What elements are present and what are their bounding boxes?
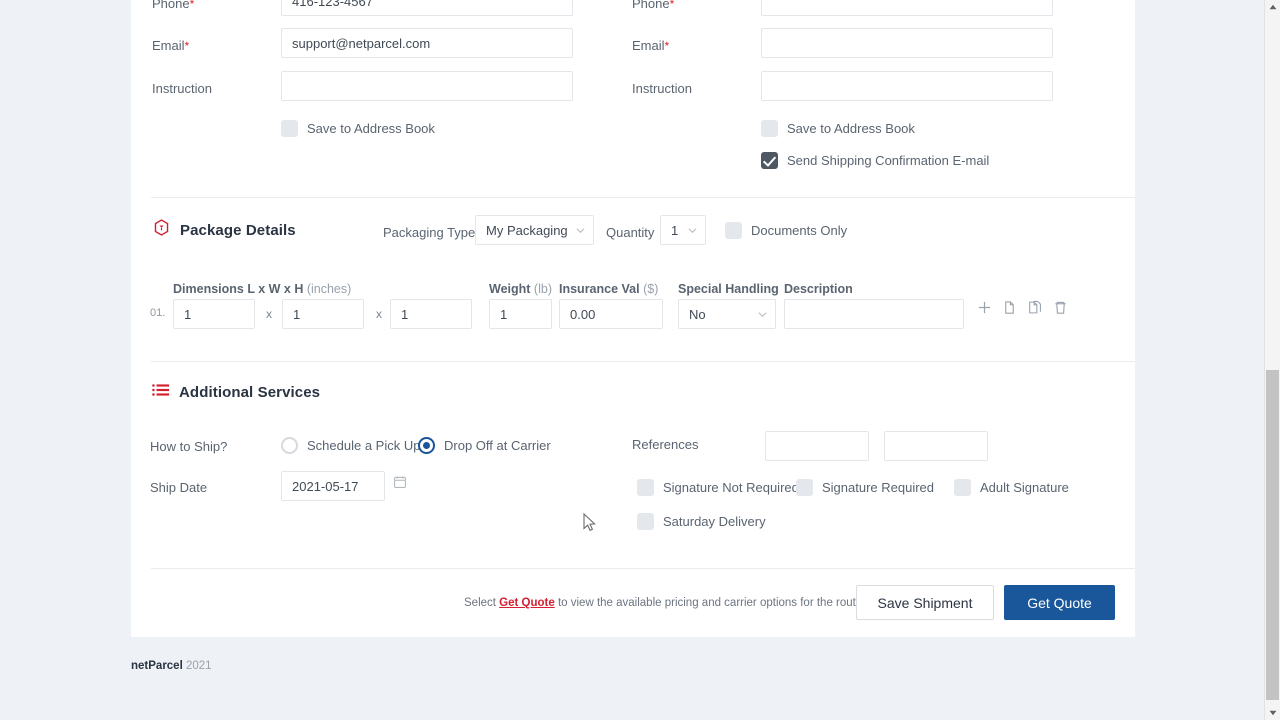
column-header-description: Description — [784, 282, 853, 296]
checkbox-saturday-delivery[interactable]: Saturday Delivery — [637, 513, 766, 530]
app-page: Phone* 416-123-4567 Email* support@netpa… — [0, 0, 1264, 720]
section-divider — [151, 568, 1135, 569]
brand-name: netParcel — [131, 660, 183, 672]
reference-input-2[interactable] — [884, 431, 988, 461]
checkbox-signature-not-required[interactable]: Signature Not Required — [637, 479, 799, 496]
checkbox-box — [954, 479, 971, 496]
checkbox-box — [796, 479, 813, 496]
checkbox-adult-signature[interactable]: Adult Signature — [954, 479, 1069, 496]
package-weight-input[interactable]: 1 — [489, 299, 552, 329]
scroll-down-arrow-icon[interactable] — [1265, 706, 1280, 720]
ship-date-input[interactable]: 2021-05-17 — [281, 471, 385, 501]
how-to-ship-label: How to Ship? — [150, 439, 228, 454]
page-footer: netParcel 2021 — [131, 660, 212, 672]
ship-date-label: Ship Date — [150, 480, 208, 495]
vertical-scrollbar[interactable] — [1264, 0, 1280, 720]
get-quote-link[interactable]: Get Quote — [499, 597, 555, 609]
radio-circle — [281, 437, 298, 454]
dimension-separator-2: x — [376, 307, 382, 321]
checkbox-box — [637, 513, 654, 530]
checkbox-signature-required[interactable]: Signature Required — [796, 479, 934, 496]
scroll-up-arrow-icon[interactable] — [1265, 0, 1280, 14]
recipient-email-label: Email* — [632, 38, 670, 53]
reference-input-1[interactable] — [765, 431, 869, 461]
shipper-instruction-label: Instruction — [152, 81, 212, 96]
package-special-handling-select[interactable]: No — [678, 299, 776, 329]
recipient-instruction-input[interactable] — [761, 71, 1053, 101]
recipient-phone-input[interactable] — [761, 0, 1053, 16]
calendar-icon[interactable] — [393, 475, 407, 494]
chevron-down-icon — [576, 226, 585, 235]
package-width-input[interactable]: 1 — [282, 299, 364, 329]
quote-hint-text: Select Get Quote to view the available p… — [464, 597, 909, 609]
radio-drop-off-carrier[interactable]: Drop Off at Carrier — [418, 437, 551, 454]
checkbox-box — [637, 479, 654, 496]
delete-row-icon[interactable] — [1053, 300, 1068, 320]
scrollbar-thumb[interactable] — [1266, 370, 1279, 700]
checkbox-box — [281, 120, 298, 137]
get-quote-button[interactable]: Get Quote — [1004, 585, 1115, 620]
shipment-form-card: Phone* 416-123-4567 Email* support@netpa… — [131, 0, 1135, 637]
recipient-phone-label: Phone* — [632, 0, 675, 11]
add-row-icon[interactable] — [977, 300, 992, 320]
quantity-label: Quantity — [606, 225, 655, 240]
chevron-down-icon — [758, 310, 767, 319]
shipper-email-label: Email* — [152, 38, 190, 53]
package-height-input[interactable]: 1 — [390, 299, 472, 329]
additional-services-header: Additional Services — [152, 382, 320, 403]
chevron-down-icon — [688, 226, 697, 235]
radio-schedule-pickup[interactable]: Schedule a Pick Up — [281, 437, 420, 454]
shipper-save-address-checkbox[interactable]: Save to Address Book — [281, 120, 435, 137]
duplicate-rows-icon[interactable] — [1027, 300, 1044, 320]
dimension-separator-1: x — [266, 307, 272, 321]
section-divider — [151, 361, 1135, 362]
save-shipment-button[interactable]: Save Shipment — [856, 585, 994, 620]
packaging-type-select[interactable]: My Packaging — [475, 215, 594, 245]
package-row-index: 01. — [150, 307, 166, 319]
shipper-email-input[interactable]: support@netparcel.com — [281, 28, 573, 58]
package-description-input[interactable] — [784, 299, 964, 329]
list-icon — [152, 382, 170, 403]
recipient-instruction-label: Instruction — [632, 81, 692, 96]
section-divider — [151, 197, 1135, 198]
checkbox-box — [761, 120, 778, 137]
checkbox-box — [725, 222, 742, 239]
package-length-input[interactable]: 1 — [173, 299, 255, 329]
copyright-year: 2021 — [185, 660, 212, 672]
send-shipping-confirmation-checkbox[interactable]: Send Shipping Confirmation E-mail — [761, 152, 989, 169]
package-insurance-input[interactable]: 0.00 — [559, 299, 663, 329]
additional-services-title: Additional Services — [179, 384, 321, 401]
shipper-phone-input[interactable]: 416-123-4567 — [281, 0, 573, 16]
packaging-type-label: Packaging Type — [383, 225, 476, 240]
package-octagon-icon — [152, 218, 171, 242]
column-header-insurance: Insurance Val ($) — [559, 282, 659, 296]
radio-circle-selected — [418, 437, 435, 454]
references-label: References — [632, 437, 699, 452]
quantity-select[interactable]: 1 — [660, 215, 706, 245]
column-header-special-handling: Special Handling — [678, 282, 779, 296]
shipper-phone-label: Phone* — [152, 0, 195, 11]
copy-row-icon[interactable] — [1002, 300, 1017, 320]
column-header-weight: Weight (lb) — [489, 282, 552, 296]
recipient-save-address-checkbox[interactable]: Save to Address Book — [761, 120, 915, 137]
column-header-dimensions: Dimensions L x W x H (inches) — [173, 282, 352, 296]
checkbox-box-checked — [761, 152, 778, 169]
package-details-header: Package Details — [152, 218, 296, 242]
recipient-email-input[interactable] — [761, 28, 1053, 58]
shipper-instruction-input[interactable] — [281, 71, 573, 101]
documents-only-checkbox[interactable]: Documents Only — [725, 222, 847, 239]
package-details-title: Package Details — [180, 221, 296, 239]
